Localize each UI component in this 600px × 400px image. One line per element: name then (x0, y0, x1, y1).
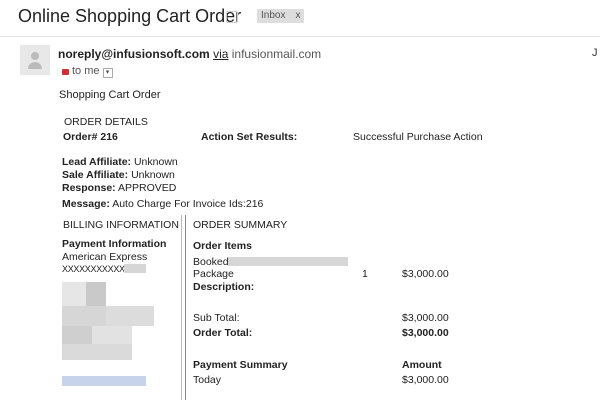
inbox-label-text: Inbox (261, 10, 286, 21)
response-label: Response: (62, 182, 116, 194)
column-divider-shadow (181, 215, 182, 400)
header-divider (0, 36, 600, 37)
card-number: XXXXXXXXXXXX (62, 264, 131, 274)
avatar-head-icon (31, 52, 39, 60)
item-price: $3,000.00 (402, 268, 449, 280)
message-value: Auto Charge For Invoice Ids:216 (112, 198, 264, 210)
right-edge-text: J (592, 47, 598, 59)
via-link[interactable]: via (213, 47, 228, 61)
card-number-redacted (124, 264, 146, 273)
lock-icon (62, 69, 69, 75)
order-total-value: $3,000.00 (402, 327, 449, 339)
payment-info-heading: Payment Information (62, 238, 167, 250)
payment-summary-heading: Payment Summary (193, 359, 288, 371)
important-marker-icon[interactable] (226, 11, 238, 23)
to-me-text: to me (72, 65, 100, 77)
order-details-heading: ORDER DETAILS (64, 116, 148, 128)
message-row: Message: Auto Charge For Invoice Ids:216 (62, 198, 263, 210)
billing-heading: BILLING INFORMATION (63, 219, 179, 231)
column-divider (185, 215, 186, 400)
response-value: APPROVED (118, 182, 177, 194)
lead-affiliate-row: Lead Affiliate: Unknown (62, 156, 178, 168)
payment-date: Today (193, 374, 222, 386)
order-items-heading: Order Items (193, 240, 252, 252)
amount-heading: Amount (402, 359, 442, 371)
inbox-label-chip[interactable]: Inbox x (257, 9, 305, 23)
remove-label-icon[interactable]: x (295, 10, 300, 21)
lead-affiliate-value: Unknown (133, 156, 178, 168)
sender-line: noreply@infusionsoft.com via infusionmai… (58, 47, 321, 61)
message-label: Message: (62, 198, 110, 210)
item-name-redacted (228, 257, 348, 266)
action-set-label: Action Set Results: (201, 131, 298, 143)
sale-affiliate-value: Unknown (131, 169, 175, 181)
description-label: Description: (193, 281, 255, 293)
email-redacted-link[interactable] (62, 376, 146, 386)
avatar-body-icon (28, 62, 42, 69)
subtotal-value: $3,000.00 (402, 312, 449, 324)
order-total-label: Order Total: (193, 327, 253, 339)
response-row: Response: APPROVED (62, 182, 176, 194)
subtotal-label: Sub Total: (193, 312, 240, 324)
payment-amount: $3,000.00 (402, 374, 449, 386)
body-heading: Shopping Cart Order (59, 89, 161, 101)
order-summary-heading: ORDER SUMMARY (193, 219, 288, 231)
action-set-value: Successful Purchase Action (353, 131, 483, 143)
email-subject: Online Shopping Cart Order (18, 6, 242, 26)
item-line-1: Booked (193, 256, 229, 268)
lead-affiliate-label: Lead Affiliate: (62, 156, 132, 168)
avatar[interactable] (20, 45, 50, 75)
sender-email[interactable]: noreply@infusionsoft.com (58, 47, 210, 61)
sale-affiliate-row: Sale Affiliate: Unknown (62, 169, 175, 181)
recipient-line: to me ▾ (62, 65, 113, 78)
item-line-2: Package (193, 268, 234, 280)
via-host: infusionmail.com (231, 47, 322, 61)
sale-affiliate-label: Sale Affiliate: (62, 169, 129, 181)
item-quantity: 1 (362, 268, 368, 280)
details-dropdown-icon[interactable]: ▾ (102, 68, 113, 78)
order-number: Order# 216 (63, 131, 118, 143)
card-type: American Express (62, 251, 148, 263)
address-redacted-block (62, 282, 154, 362)
